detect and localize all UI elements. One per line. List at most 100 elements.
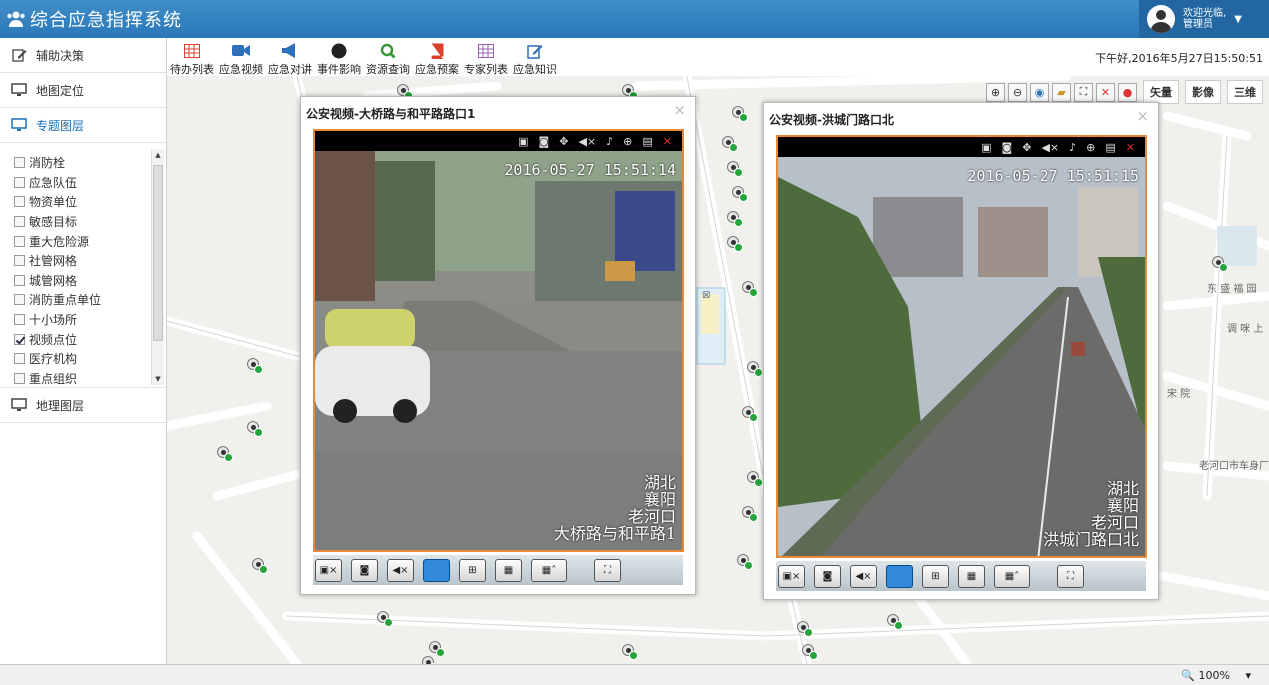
- zoom-indicator[interactable]: 🔍 100% ▾: [1181, 669, 1251, 682]
- mute-icon[interactable]: ◀×: [578, 135, 596, 148]
- camera-marker-icon[interactable]: [732, 186, 748, 202]
- layer-item[interactable]: 敏感目标: [14, 212, 150, 232]
- close-icon[interactable]: ×: [673, 101, 686, 119]
- layout-1-button[interactable]: [423, 558, 450, 582]
- scroll-down-icon[interactable]: ▼: [152, 373, 164, 385]
- zoom-in-icon[interactable]: ⊕: [986, 82, 1005, 102]
- camera-marker-icon[interactable]: [742, 406, 758, 422]
- layer-checkbox[interactable]: [14, 274, 25, 286]
- fullscreen-icon[interactable]: ⛶: [1074, 82, 1093, 102]
- camera-marker-icon[interactable]: [727, 236, 743, 252]
- view-3d-button[interactable]: 三维: [1227, 80, 1263, 104]
- fullscreen-button[interactable]: ⛶: [594, 558, 621, 582]
- emergency-plan-button[interactable]: 应急预案: [411, 42, 463, 77]
- camera-marker-icon[interactable]: [422, 656, 438, 664]
- mute-icon[interactable]: ◀×: [1041, 141, 1059, 154]
- layer-item[interactable]: 应急队伍: [14, 173, 150, 193]
- mute-button[interactable]: ◀×: [850, 564, 877, 588]
- sidebar-item-decision[interactable]: 辅助决策: [0, 38, 166, 73]
- camera-marker-icon[interactable]: [252, 558, 268, 574]
- layer-item[interactable]: 消防重点单位: [14, 290, 150, 310]
- layer-checkbox[interactable]: [14, 294, 25, 306]
- scroll-thumb[interactable]: [153, 165, 163, 341]
- layer-checkbox[interactable]: [14, 333, 25, 345]
- camera-marker-icon[interactable]: [797, 621, 813, 637]
- layer-item[interactable]: 消防栓: [14, 153, 150, 173]
- layer-checkbox[interactable]: [14, 353, 25, 365]
- camera-marker-icon[interactable]: [742, 281, 758, 297]
- stop-video-button[interactable]: ▣×: [778, 564, 805, 588]
- sidebar-item-thematic-layers[interactable]: 专题图层: [0, 108, 166, 143]
- layer-item[interactable]: 重点组织: [14, 369, 150, 389]
- zoom-out-icon[interactable]: ⊖: [1008, 82, 1027, 102]
- sidebar-item-geo-layers[interactable]: 地理图层: [0, 388, 166, 423]
- camera-marker-icon[interactable]: [887, 614, 903, 630]
- map-view[interactable]: 东 盛 福 园 调 咪 上 宋 院 老河口市车身厂 ☒ ⊕ ⊖ ◉ ▰ ⛶ ✕ …: [167, 76, 1269, 664]
- layer-checkbox[interactable]: [14, 157, 25, 169]
- map-pin-icon[interactable]: ●: [1118, 82, 1137, 102]
- camera-marker-icon[interactable]: [247, 358, 263, 374]
- layout-9-button[interactable]: ▦: [495, 558, 522, 582]
- layer-checkbox[interactable]: [14, 314, 25, 326]
- layer-checkbox[interactable]: [14, 176, 25, 188]
- view-vector-button[interactable]: 矢量: [1143, 80, 1179, 104]
- camera-marker-icon[interactable]: [722, 136, 738, 152]
- layout-more-button[interactable]: ▦˄: [994, 564, 1030, 588]
- mute-button[interactable]: ◀×: [387, 558, 414, 582]
- camera-marker-icon[interactable]: [247, 421, 263, 437]
- layout-more-button[interactable]: ▦˄: [531, 558, 567, 582]
- camera-marker-icon[interactable]: [747, 361, 763, 377]
- camera-marker-icon[interactable]: [217, 446, 233, 462]
- layer-item[interactable]: 社管网格: [14, 251, 150, 271]
- camera-marker-icon[interactable]: [622, 644, 638, 660]
- camera-marker-icon[interactable]: [377, 611, 393, 627]
- wide-icon[interactable]: ▤: [1105, 141, 1115, 154]
- clear-icon[interactable]: ✕: [1096, 82, 1115, 102]
- todo-list-button[interactable]: 待办列表: [166, 42, 218, 77]
- layer-item[interactable]: 视频点位: [14, 329, 150, 349]
- event-impact-button[interactable]: 事件影响: [313, 42, 365, 77]
- layout-4-button[interactable]: ⊞: [922, 564, 949, 588]
- layout-9-button[interactable]: ▦: [958, 564, 985, 588]
- video-window-1[interactable]: 公安视频-大桥路与和平路路口1 × ▣ ◙ ✥ ◀× ♪ ⊕ ▤ ✕ 2016-…: [300, 96, 696, 595]
- snapshot-button[interactable]: ◙: [814, 564, 841, 588]
- layer-checkbox[interactable]: [14, 255, 25, 267]
- layer-scrollbar[interactable]: ▲ ▼: [151, 149, 164, 385]
- layer-item[interactable]: 十小场所: [14, 310, 150, 330]
- fullscreen-button[interactable]: ⛶: [1057, 564, 1084, 588]
- layer-item[interactable]: 物资单位: [14, 192, 150, 212]
- resource-query-button[interactable]: 资源查询: [362, 42, 414, 77]
- microphone-icon[interactable]: ♪: [606, 135, 613, 148]
- camera-marker-icon[interactable]: [429, 641, 445, 657]
- zoom-icon[interactable]: ⊕: [623, 135, 632, 148]
- zoom-icon[interactable]: ⊕: [1086, 141, 1095, 154]
- layer-checkbox[interactable]: [14, 372, 25, 384]
- emergency-video-button[interactable]: 应急视频: [215, 42, 267, 77]
- layout-4-button[interactable]: ⊞: [459, 558, 486, 582]
- camera-marker-icon[interactable]: [727, 211, 743, 227]
- user-menu[interactable]: 欢迎光临, 管理员 ▼: [1139, 0, 1269, 38]
- layer-checkbox[interactable]: [14, 196, 25, 208]
- layer-checkbox[interactable]: [14, 216, 25, 228]
- microphone-icon[interactable]: ♪: [1069, 141, 1076, 154]
- ruler-icon[interactable]: ▰: [1052, 82, 1071, 102]
- close-icon[interactable]: ☒: [702, 291, 710, 301]
- camera-marker-icon[interactable]: [742, 506, 758, 522]
- scroll-up-icon[interactable]: ▲: [152, 149, 164, 161]
- close-icon[interactable]: ✕: [663, 135, 672, 148]
- layer-item[interactable]: 重大危险源: [14, 231, 150, 251]
- layer-checkbox[interactable]: [14, 235, 25, 247]
- ptz-icon[interactable]: ✥: [559, 135, 568, 148]
- video-window-2[interactable]: 公安视频-洪城门路口北 × ▣ ◙ ✥ ◀× ♪ ⊕ ▤ ✕ 2016-05-2…: [763, 102, 1159, 600]
- emergency-intercom-button[interactable]: 应急对讲: [264, 42, 316, 77]
- camera-marker-icon[interactable]: [802, 644, 818, 660]
- camera-marker-icon[interactable]: [737, 554, 753, 570]
- globe-icon[interactable]: ◉: [1030, 82, 1049, 102]
- snapshot-button[interactable]: ◙: [351, 558, 378, 582]
- camera-marker-icon[interactable]: [1212, 256, 1228, 272]
- close-icon[interactable]: ×: [1136, 107, 1149, 125]
- close-icon[interactable]: ✕: [1126, 141, 1135, 154]
- stop-video-button[interactable]: ▣×: [315, 558, 342, 582]
- layout-1-button[interactable]: [886, 564, 913, 588]
- view-image-button[interactable]: 影像: [1185, 80, 1221, 104]
